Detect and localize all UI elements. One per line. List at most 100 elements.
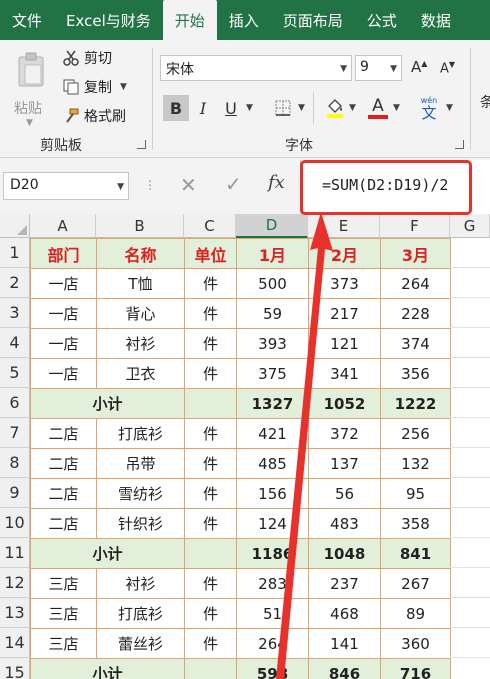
bold-button[interactable]: B bbox=[163, 95, 189, 121]
table-cell[interactable]: 背心 bbox=[96, 298, 185, 329]
column-title-cell[interactable]: 3月 bbox=[380, 238, 451, 269]
increase-font-button[interactable]: A▲ bbox=[411, 58, 427, 76]
insert-function-icon[interactable]: fx bbox=[268, 172, 285, 193]
tab-page-layout[interactable]: 页面布局 bbox=[271, 0, 355, 40]
table-cell[interactable]: 1052 bbox=[308, 388, 381, 419]
table-cell[interactable]: 件 bbox=[184, 478, 237, 509]
table-cell[interactable]: 打底衫 bbox=[96, 418, 185, 449]
splitter-handle-icon[interactable]: ⋮ bbox=[144, 178, 156, 192]
italic-button[interactable]: I bbox=[190, 95, 216, 121]
table-cell[interactable]: 393 bbox=[236, 328, 309, 359]
row-header[interactable]: 8 bbox=[0, 448, 30, 478]
table-cell[interactable]: 421 bbox=[236, 418, 309, 449]
subtotal-label[interactable]: 小计 bbox=[30, 388, 185, 419]
table-cell[interactable]: 一店 bbox=[30, 328, 97, 359]
table-cell[interactable]: 衬衫 bbox=[96, 568, 185, 599]
row-header[interactable]: 11 bbox=[0, 538, 30, 568]
row-header[interactable]: 13 bbox=[0, 598, 30, 628]
table-cell[interactable]: 件 bbox=[184, 298, 237, 329]
font-color-button[interactable]: A bbox=[365, 95, 391, 121]
column-header-a[interactable]: A bbox=[30, 214, 96, 238]
subtotal-label[interactable]: 小计 bbox=[30, 538, 185, 569]
font-size-select[interactable]: 9 ▼ bbox=[355, 55, 402, 81]
table-cell[interactable]: 341 bbox=[308, 358, 381, 389]
tab-insert[interactable]: 插入 bbox=[217, 0, 271, 40]
table-cell[interactable]: 卫衣 bbox=[96, 358, 185, 389]
table-cell[interactable]: 二店 bbox=[30, 418, 97, 449]
table-cell[interactable]: 716 bbox=[380, 658, 451, 679]
fill-color-button[interactable] bbox=[322, 95, 348, 121]
tab-formulas[interactable]: 公式 bbox=[355, 0, 409, 40]
table-cell[interactable]: 373 bbox=[308, 268, 381, 299]
table-cell[interactable]: 283 bbox=[236, 568, 309, 599]
row-header[interactable]: 10 bbox=[0, 508, 30, 538]
row-header[interactable]: 2 bbox=[0, 268, 30, 298]
table-cell[interactable]: 485 bbox=[236, 448, 309, 479]
table-cell[interactable]: 356 bbox=[380, 358, 451, 389]
chevron-down-icon[interactable]: ▼ bbox=[446, 103, 453, 113]
row-header[interactable]: 1 bbox=[0, 238, 30, 268]
column-header-b[interactable]: B bbox=[96, 214, 184, 238]
table-cell[interactable]: 二店 bbox=[30, 448, 97, 479]
column-title-cell[interactable]: 1月 bbox=[236, 238, 309, 269]
row-header[interactable]: 6 bbox=[0, 388, 30, 418]
table-cell[interactable]: 一店 bbox=[30, 268, 97, 299]
clipboard-launcher-icon[interactable] bbox=[137, 140, 146, 149]
chevron-down-icon[interactable]: ▼ bbox=[246, 103, 253, 113]
table-cell[interactable]: 二店 bbox=[30, 478, 97, 509]
table-cell[interactable]: 打底衫 bbox=[96, 598, 185, 629]
decrease-font-button[interactable]: A▼ bbox=[440, 60, 455, 76]
paste-button[interactable]: 粘贴 ▼ bbox=[10, 50, 52, 128]
table-cell[interactable]: 483 bbox=[308, 508, 381, 539]
column-header-c[interactable]: C bbox=[184, 214, 236, 238]
format-painter-button[interactable]: 格式刷 bbox=[62, 106, 126, 126]
tab-excel-finance[interactable]: Excel与财务 bbox=[54, 0, 163, 40]
row-header[interactable]: 4 bbox=[0, 328, 30, 358]
column-header-d[interactable]: D bbox=[236, 214, 308, 238]
column-header-f[interactable]: F bbox=[380, 214, 450, 238]
table-cell[interactable] bbox=[184, 388, 237, 419]
chevron-down-icon[interactable]: ▼ bbox=[393, 103, 400, 113]
name-box[interactable]: D20 ▼ bbox=[3, 172, 129, 200]
row-header[interactable]: 9 bbox=[0, 478, 30, 508]
phonetic-button[interactable]: wén 文 bbox=[416, 95, 442, 121]
table-cell[interactable]: 237 bbox=[308, 568, 381, 599]
table-cell[interactable]: 二店 bbox=[30, 508, 97, 539]
table-cell[interactable]: 51 bbox=[236, 598, 309, 629]
table-cell[interactable]: 358 bbox=[380, 508, 451, 539]
table-cell[interactable]: 件 bbox=[184, 448, 237, 479]
table-cell[interactable]: 141 bbox=[308, 628, 381, 659]
table-cell[interactable]: 雪纺衫 bbox=[96, 478, 185, 509]
table-cell[interactable]: 56 bbox=[308, 478, 381, 509]
row-header[interactable]: 7 bbox=[0, 418, 30, 448]
table-cell[interactable]: 132 bbox=[380, 448, 451, 479]
borders-button[interactable] bbox=[270, 95, 296, 121]
table-cell[interactable] bbox=[184, 658, 237, 679]
copy-button[interactable]: 复制 ▼ bbox=[62, 77, 127, 97]
table-cell[interactable]: 264 bbox=[380, 268, 451, 299]
table-cell[interactable]: 衬衫 bbox=[96, 328, 185, 359]
column-title-cell[interactable]: 部门 bbox=[30, 238, 97, 269]
table-cell[interactable]: 件 bbox=[184, 598, 237, 629]
table-cell[interactable]: T恤 bbox=[96, 268, 185, 299]
row-header[interactable]: 14 bbox=[0, 628, 30, 658]
table-cell[interactable]: 468 bbox=[308, 598, 381, 629]
column-header-e[interactable]: E bbox=[308, 214, 380, 238]
cancel-icon[interactable]: ✕ bbox=[180, 173, 197, 197]
enter-icon[interactable]: ✓ bbox=[225, 172, 242, 196]
table-cell[interactable]: 500 bbox=[236, 268, 309, 299]
table-cell[interactable]: 256 bbox=[380, 418, 451, 449]
table-cell[interactable]: 137 bbox=[308, 448, 381, 479]
table-cell[interactable]: 三店 bbox=[30, 568, 97, 599]
chevron-down-icon[interactable]: ▼ bbox=[349, 103, 356, 113]
table-cell[interactable]: 217 bbox=[308, 298, 381, 329]
chevron-down-icon[interactable]: ▼ bbox=[298, 103, 305, 113]
table-cell[interactable]: 件 bbox=[184, 358, 237, 389]
table-cell[interactable]: 一店 bbox=[30, 358, 97, 389]
table-cell[interactable]: 件 bbox=[184, 568, 237, 599]
table-cell[interactable]: 1327 bbox=[236, 388, 309, 419]
table-cell[interactable] bbox=[184, 538, 237, 569]
table-cell[interactable]: 95 bbox=[380, 478, 451, 509]
table-cell[interactable]: 吊带 bbox=[96, 448, 185, 479]
table-cell[interactable]: 一店 bbox=[30, 298, 97, 329]
